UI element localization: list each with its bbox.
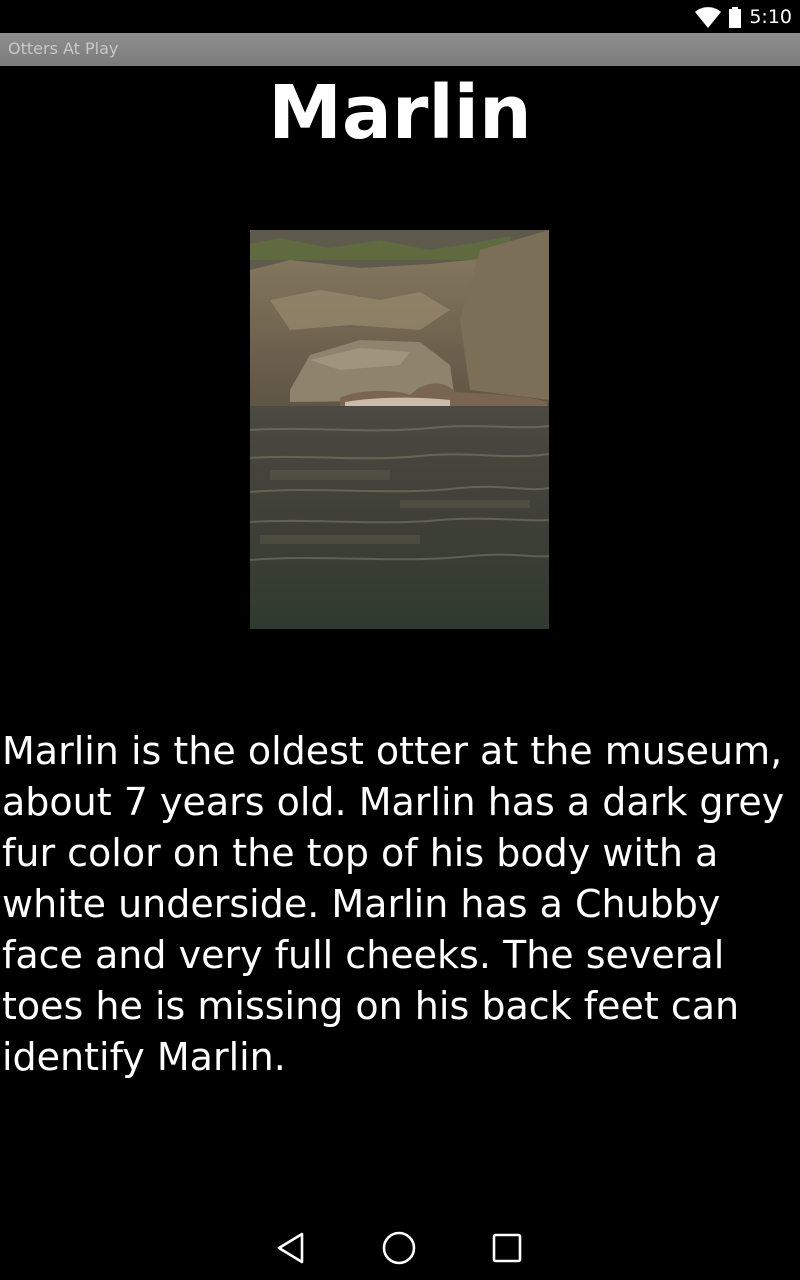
status-time: 5:10: [749, 6, 792, 28]
otter-photo-image: [250, 230, 549, 629]
otter-photo: [250, 230, 549, 629]
app-title-bar: Otters At Play: [0, 33, 800, 66]
otter-description: Marlin is the oldest otter at the museum…: [2, 729, 785, 1079]
recent-apps-button[interactable]: [489, 1230, 525, 1266]
home-button[interactable]: [381, 1230, 417, 1266]
home-icon: [382, 1231, 416, 1265]
status-bar: 5:10: [0, 0, 800, 33]
navigation-bar: [0, 1216, 800, 1280]
screen: 5:10 Otters At Play Marlin Marlin is the…: [0, 0, 800, 1280]
recent-apps-icon: [492, 1233, 522, 1263]
app-title: Otters At Play: [8, 39, 119, 58]
battery-icon: [729, 6, 742, 28]
back-icon: [277, 1232, 304, 1264]
status-icons: 5:10: [695, 5, 792, 29]
otter-name-heading: Marlin: [268, 70, 532, 156]
back-button[interactable]: [273, 1230, 309, 1266]
wifi-icon: [695, 6, 722, 28]
